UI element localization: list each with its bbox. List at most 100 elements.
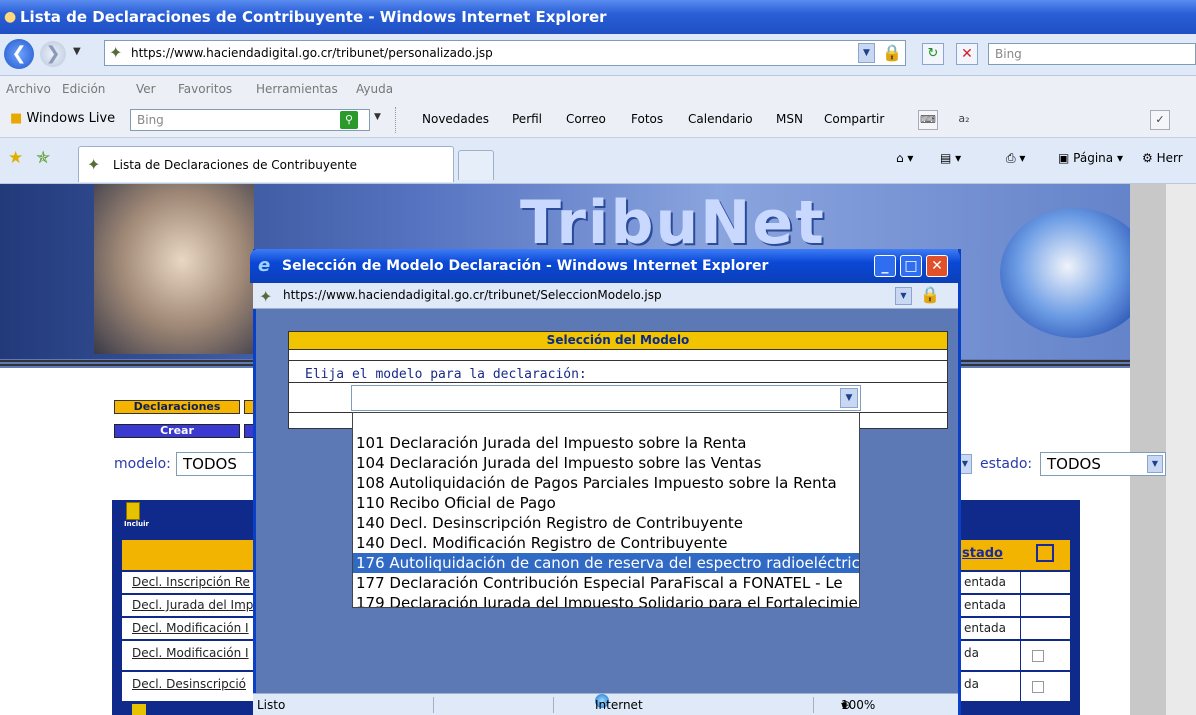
tab-lista-declaraciones[interactable]: ✦ Lista de Declaraciones de Contribuyent… xyxy=(78,146,454,182)
column-divider xyxy=(1020,672,1021,701)
windows-live-label: Windows Live xyxy=(26,111,116,126)
estado-select-value: TODOS xyxy=(1047,455,1101,473)
address-url: https://www.haciendadigital.go.cr/tribun… xyxy=(131,46,493,60)
panel-divider xyxy=(289,360,947,361)
model-option[interactable]: 140 Decl. Modificación Registro de Contr… xyxy=(353,533,859,553)
link-novedades[interactable]: Novedades xyxy=(422,112,489,126)
model-option[interactable]: 177 Declaración Contribución Especial Pa… xyxy=(353,573,859,593)
site-favicon-icon: ✦ xyxy=(259,287,273,306)
model-option-selected[interactable]: 176 Autoliquidación de canon de reserva … xyxy=(353,553,859,573)
page-menu[interactable]: ▣ Página ▾ xyxy=(1058,151,1123,165)
model-option[interactable]: 108 Autoliquidación de Pagos Parciales I… xyxy=(353,473,859,493)
translate-icon[interactable]: a₂ xyxy=(954,110,974,130)
favorites-star-icon[interactable]: ★ xyxy=(8,148,23,168)
row-declaration-link[interactable]: Decl. Modificación I xyxy=(132,646,249,660)
row-state: entada xyxy=(964,575,1007,589)
status-divider xyxy=(553,697,554,713)
windows-live-toolbar: ■ Windows Live Bing ⚲ ▼ Novedades Perfil… xyxy=(0,102,1196,138)
status-text: Listo xyxy=(257,698,286,712)
menu-favoritos[interactable]: Favoritos xyxy=(178,76,232,102)
page-menu-label: Página xyxy=(1073,151,1114,165)
select-all-checkbox[interactable] xyxy=(1036,544,1054,562)
feeds-icon[interactable]: ▤ ▾ xyxy=(940,151,961,165)
estado-column-header[interactable]: stado xyxy=(962,546,1003,561)
history-dropdown-icon[interactable]: ▼ xyxy=(73,46,81,57)
windows-live-search-placeholder: Bing xyxy=(137,113,164,127)
banner-photo xyxy=(94,184,254,354)
menu-archivo[interactable]: Archivo xyxy=(6,76,51,102)
row-checkbox[interactable] xyxy=(1032,681,1044,693)
close-icon[interactable]: ✕ xyxy=(926,255,948,277)
chevron-down-icon: ▼ xyxy=(840,388,858,408)
zoom-control[interactable]: ⊕ 100% ▾ xyxy=(841,694,875,715)
column-divider xyxy=(1020,618,1021,639)
windows-live-logo[interactable]: ■ Windows Live xyxy=(10,111,115,126)
popup-title: Selección de Modelo Declaración - Window… xyxy=(282,258,769,274)
row-checkbox[interactable] xyxy=(1032,650,1044,662)
model-option[interactable]: 104 Declaración Jurada del Impuesto sobr… xyxy=(353,453,859,473)
refresh-icon[interactable]: ↻ xyxy=(922,43,944,65)
new-tab-button[interactable] xyxy=(458,150,494,180)
link-calendario[interactable]: Calendario xyxy=(688,112,753,126)
lock-icon[interactable]: 🔒 xyxy=(882,43,902,63)
back-button-icon[interactable]: ❮ xyxy=(4,39,34,69)
checkbox-tool-icon[interactable]: ✓ xyxy=(1150,110,1170,130)
nav-crear-button[interactable]: Crear xyxy=(114,424,240,438)
row-state: da xyxy=(964,646,979,660)
model-option[interactable]: 140 Decl. Desinscripción Registro de Con… xyxy=(353,513,859,533)
stop-icon[interactable]: ✕ xyxy=(956,43,978,65)
menu-herramientas[interactable]: Herramientas xyxy=(256,76,338,102)
panel-title: Selección del Modelo xyxy=(289,332,947,350)
forward-button-icon[interactable]: ❯ xyxy=(40,41,66,67)
model-option[interactable]: 110 Recibo Oficial de Pago xyxy=(353,493,859,513)
model-options-list[interactable]: 101 Declaración Jurada del Impuesto sobr… xyxy=(352,412,860,608)
tribunet-logo: TribuNet xyxy=(520,188,826,258)
column-divider xyxy=(1020,641,1021,670)
menu-edicion[interactable]: Edición xyxy=(62,76,105,102)
tools-menu[interactable]: ⚙ Herr xyxy=(1142,151,1183,165)
search-input[interactable]: Bing xyxy=(988,43,1196,65)
link-compartir[interactable]: Compartir xyxy=(824,112,884,126)
incluir-icon xyxy=(126,502,140,520)
model-prompt: Elija el modelo para la declaración: xyxy=(305,367,587,382)
estado-select[interactable]: TODOS ▼ xyxy=(1040,452,1166,476)
menu-ayuda[interactable]: Ayuda xyxy=(356,76,393,102)
nav-declaraciones-button[interactable]: Declaraciones xyxy=(114,400,240,414)
address-input[interactable]: ✦ https://www.haciendadigital.go.cr/trib… xyxy=(104,40,906,66)
model-option[interactable]: 179 Declaración Jurada del Impuesto Soli… xyxy=(353,593,859,607)
popup-address-dropdown-icon[interactable]: ▼ xyxy=(895,287,912,305)
search-placeholder: Bing xyxy=(995,47,1022,61)
search-options-dropdown-icon[interactable]: ▼ xyxy=(374,112,381,122)
row-declaration-link[interactable]: Decl. Desinscripció xyxy=(132,677,246,691)
model-option[interactable]: 101 Declaración Jurada del Impuesto sobr… xyxy=(353,433,859,453)
keyboard-icon[interactable]: ⌨ xyxy=(918,110,938,130)
windows-flag-icon: ■ xyxy=(10,111,23,126)
link-msn[interactable]: MSN xyxy=(776,112,803,126)
windows-live-search-input[interactable]: Bing xyxy=(130,109,370,131)
modelo-select[interactable]: TODOS xyxy=(176,452,256,476)
row-declaration-link[interactable]: Decl. Jurada del Imp xyxy=(132,598,253,612)
popup-address-bar: ✦ https://www.haciendadigital.go.cr/trib… xyxy=(253,283,958,309)
home-icon[interactable]: ⌂ ▾ xyxy=(896,151,913,165)
popup-title-bar: e Selección de Modelo Declaración - Wind… xyxy=(250,249,960,283)
link-fotos[interactable]: Fotos xyxy=(631,112,663,126)
link-correo[interactable]: Correo xyxy=(566,112,606,126)
add-favorites-icon[interactable]: ✯ xyxy=(36,148,50,168)
maximize-icon[interactable]: □ xyxy=(900,255,922,277)
model-select[interactable]: ▼ xyxy=(351,385,861,411)
table-footer-icon[interactable] xyxy=(132,704,146,715)
search-go-icon[interactable]: ⚲ xyxy=(340,111,358,129)
menu-ver[interactable]: Ver xyxy=(136,76,156,102)
row-state: entada xyxy=(964,598,1007,612)
row-declaration-link[interactable]: Decl. Inscripción Re xyxy=(132,575,250,589)
row-declaration-link[interactable]: Decl. Modificación I xyxy=(132,621,249,635)
incluir-button[interactable]: Incluir xyxy=(124,502,149,530)
address-dropdown-icon[interactable]: ▼ xyxy=(858,43,875,63)
gear-icon: ⚙ xyxy=(1142,151,1153,165)
status-divider xyxy=(433,697,434,713)
print-icon[interactable]: ⎙ ▾ xyxy=(1006,151,1025,166)
site-favicon-icon: ✦ xyxy=(87,155,101,174)
minimize-icon[interactable]: _ xyxy=(874,255,896,277)
link-perfil[interactable]: Perfil xyxy=(512,112,542,126)
lock-icon[interactable]: 🔒 xyxy=(920,285,940,304)
